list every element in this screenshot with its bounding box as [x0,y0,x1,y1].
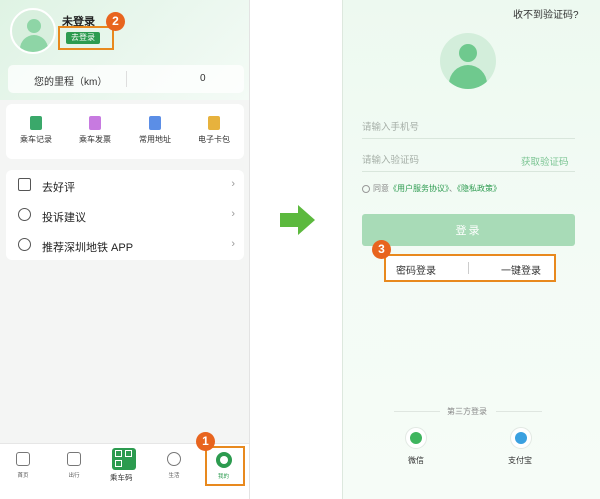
agree-and: 、 [449,184,457,193]
service-address[interactable]: 常用地址 [129,116,181,145]
arrow-right-icon [280,205,315,235]
alipay-icon [515,432,527,444]
service-ride-record[interactable]: 乘车记录 [10,116,62,145]
tab-label: 生活 [168,473,180,479]
wechat-login-button[interactable] [405,427,427,449]
menu-item-rate[interactable]: 去好评 › [6,170,244,200]
wechat-label: 微信 [408,456,424,465]
home-icon [16,452,30,466]
menu-item-feedback[interactable]: 投诉建议 › [6,200,244,230]
password-login-button[interactable]: 密码登录 [396,262,436,277]
heart-icon [18,238,31,251]
avatar[interactable] [10,8,56,54]
tab-label: 出行 [68,473,80,479]
qr-code-icon [115,460,122,467]
menu-list: 去好评 › 投诉建议 › 推荐深圳地铁 APP › [6,170,244,260]
service-label: 乘车发票 [79,135,111,144]
service-card-wallet[interactable]: 电子卡包 [188,116,240,145]
highlight-me-tab [205,446,245,486]
agree-radio[interactable] [362,184,370,193]
wechat-icon [410,432,422,444]
life-icon [167,452,181,466]
step-badge-1: 1 [196,432,215,451]
agree-prefix: 同意 [373,184,389,193]
tab-travel[interactable]: 出行 [59,452,89,479]
service-label: 乘车记录 [20,135,52,144]
tab-home[interactable]: 首页 [8,452,38,479]
tab-life[interactable]: 生活 [159,452,189,479]
get-code-button[interactable]: 获取验证码 [521,154,569,168]
phone-input[interactable] [362,119,512,135]
mode-divider [468,262,469,274]
mileage-card: 您的里程（km） 0 [8,65,244,93]
invoice-icon [89,116,101,130]
menu-item-recommend[interactable]: 推荐深圳地铁 APP › [6,230,244,260]
no-code-link[interactable]: 收不到验证码? [513,6,579,21]
highlight-login-button [58,26,114,50]
tab-qr-code[interactable] [112,448,136,470]
login-button[interactable]: 登录 [362,214,575,246]
ride-record-icon [30,116,42,130]
code-input[interactable] [362,152,512,168]
tab-qr-label: 乘车码 [110,473,133,482]
alipay-label: 支付宝 [508,456,532,465]
question-icon [18,208,31,221]
avatar-body-shape [20,35,48,52]
chevron-right-icon: › [231,178,235,190]
menu-item-label: 去好评 [42,182,75,194]
services-panel: 乘车记录 乘车发票 常用地址 电子卡包 [6,104,244,159]
service-invoice[interactable]: 乘车发票 [69,116,121,145]
step-badge-2: 2 [106,12,125,31]
one-click-login-button[interactable]: 一键登录 [501,262,541,277]
chevron-right-icon: › [231,238,235,250]
thumbs-up-icon [18,178,31,191]
mileage-value: 0 [200,73,206,84]
bus-icon [67,452,81,466]
address-icon [149,116,161,130]
service-agreement-link[interactable]: 《用户服务协议》 [389,184,449,193]
divider-line [394,411,440,412]
profile-screen: 未登录 去登录 您的里程（km） 0 乘车记录 乘车发票 常用地址 电子卡包 去… [0,0,250,499]
service-label: 常用地址 [139,135,171,144]
divider-line [496,411,542,412]
avatar-head-shape [459,44,477,62]
mileage-label: 您的里程（km） [34,77,108,88]
third-party-label: 第三方登录 [447,407,487,416]
card-wallet-icon [208,116,220,130]
mileage-divider [126,71,127,87]
divider-area [251,0,341,499]
privacy-policy-link[interactable]: 《隐私政策》 [457,184,501,193]
chevron-right-icon: › [231,208,235,220]
alipay-login-button[interactable] [510,427,532,449]
login-avatar [440,33,496,89]
menu-item-label: 推荐深圳地铁 APP [42,242,134,254]
avatar-head-shape [27,19,41,33]
qr-code-icon [115,450,122,457]
service-label: 电子卡包 [198,135,230,144]
qr-code-icon [125,450,132,457]
tab-label: 首页 [17,473,29,479]
menu-item-label: 投诉建议 [42,212,86,224]
step-badge-3: 3 [372,240,391,259]
phone-field [362,117,575,139]
avatar-body-shape [449,65,487,89]
agreement-row: 同意《用户服务协议》、《隐私政策》 [362,183,501,194]
